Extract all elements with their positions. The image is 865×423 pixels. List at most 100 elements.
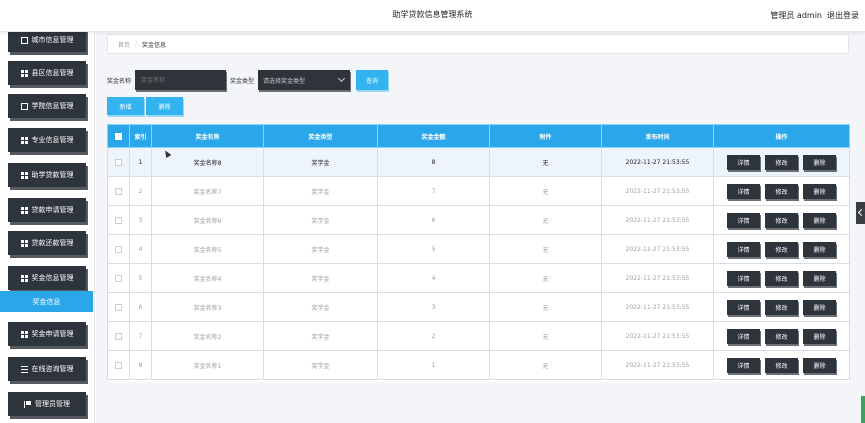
table-row: 2 奖金名称7 奖学金 7 无 2022-11-27 21:53:55 详情 修… <box>107 176 850 206</box>
row-checkbox[interactable] <box>115 274 122 282</box>
row-delete-button[interactable]: 删除 <box>803 183 836 199</box>
grid-icon <box>20 171 28 179</box>
sidebar-item-label: 县区信息管理 <box>31 69 74 77</box>
row-checkbox[interactable] <box>115 216 122 224</box>
cell-index: 8 <box>129 350 152 380</box>
cell-index: 4 <box>129 234 152 264</box>
breadcrumb-separator: / <box>135 40 138 48</box>
detail-button[interactable]: 详情 <box>727 154 760 170</box>
detail-button[interactable]: 详情 <box>727 299 760 315</box>
admin-user-label: 管理员 admin <box>770 11 822 20</box>
sidebar-subitem-bonus-info[interactable]: 奖金信息 <box>0 291 93 312</box>
cell-name: 奖金名称3 <box>151 292 264 322</box>
sidebar-item-label: 助学贷款管理 <box>31 171 74 179</box>
cell-amount: 1 <box>377 350 490 380</box>
cell-time: 2022-11-27 21:53:55 <box>601 147 714 177</box>
row-checkbox[interactable] <box>115 245 122 253</box>
row-checkbox[interactable] <box>115 332 122 340</box>
logout-link[interactable]: 退出登录 <box>827 10 859 21</box>
cell-type: 奖学金 <box>263 147 378 177</box>
sidebar-item-label: 专业信息管理 <box>31 136 74 144</box>
cell-time: 2022-11-27 21:53:55 <box>601 176 714 206</box>
select-all-checkbox[interactable] <box>115 132 122 140</box>
detail-button[interactable]: 详情 <box>727 270 760 286</box>
detail-button[interactable]: 详情 <box>727 183 760 199</box>
table-header-row: 索引 奖金名称 奖金类型 奖金金额 附件 发布时间 操作 <box>107 124 850 148</box>
row-delete-button[interactable]: 删除 <box>803 154 836 170</box>
type-select[interactable]: 请选择奖金类型 <box>258 70 351 90</box>
column-header: 发布时间 <box>601 124 714 148</box>
sidebar-item-admin[interactable]: 管理员管理 <box>8 392 86 416</box>
sidebar-item-consult[interactable]: 在线咨询管理 <box>8 357 86 381</box>
row-checkbox[interactable] <box>115 187 122 195</box>
row-checkbox[interactable] <box>115 158 122 166</box>
breadcrumb-home[interactable]: 首页 <box>118 40 130 49</box>
row-delete-button[interactable]: 删除 <box>803 328 836 344</box>
edit-button[interactable]: 修改 <box>765 299 798 315</box>
cell-ops: 详情 修改 删除 <box>713 263 850 293</box>
sidebar-item-major[interactable]: 专业信息管理 <box>8 128 86 152</box>
cell-ops: 详情 修改 删除 <box>713 350 850 380</box>
row-select-cell <box>107 205 130 235</box>
row-delete-button[interactable]: 删除 <box>803 212 836 228</box>
edit-button[interactable]: 修改 <box>765 241 798 257</box>
search-bar: 奖金名称 奖金类型 请选择奖金类型 查询 <box>107 70 389 90</box>
column-header: 奖金金额 <box>377 124 490 148</box>
cell-type: 奖学金 <box>263 234 378 264</box>
sidebar-item-loan-repay[interactable]: 贷款还款管理 <box>8 231 86 255</box>
cell-attachment: 无 <box>489 263 602 293</box>
sidebar-item-label: 城市信息管理 <box>31 36 74 44</box>
row-checkbox[interactable] <box>115 303 122 311</box>
cell-ops: 详情 修改 删除 <box>713 292 850 322</box>
cell-index: 7 <box>129 321 152 351</box>
edit-button[interactable]: 修改 <box>765 270 798 286</box>
row-checkbox[interactable] <box>115 361 122 369</box>
cell-name: 奖金名称7 <box>151 176 264 206</box>
table-row: 3 奖金名称6 奖学金 6 无 2022-11-27 21:53:55 详情 修… <box>107 205 850 235</box>
sidebar-item-loan[interactable]: 助学贷款管理 <box>8 163 86 187</box>
cell-amount: 5 <box>377 234 490 264</box>
grid-icon <box>20 330 28 338</box>
row-delete-button[interactable]: 删除 <box>803 357 836 373</box>
app-title: 助学贷款信息管理系统 <box>392 10 473 19</box>
edit-button[interactable]: 修改 <box>765 154 798 170</box>
column-header: 附件 <box>489 124 602 148</box>
add-button[interactable]: 新增 <box>107 97 144 115</box>
cell-type: 奖学金 <box>263 263 378 293</box>
edit-button[interactable]: 修改 <box>765 328 798 344</box>
sidebar-item-city[interactable]: 城市信息管理 <box>8 32 86 52</box>
row-delete-button[interactable]: 删除 <box>803 270 836 286</box>
edit-button[interactable]: 修改 <box>765 183 798 199</box>
column-header: 奖金名称 <box>151 124 264 148</box>
sidebar-item-county[interactable]: 县区信息管理 <box>8 61 86 85</box>
edit-button[interactable]: 修改 <box>765 212 798 228</box>
name-search-input[interactable] <box>135 70 227 90</box>
cell-name: 奖金名称4 <box>151 263 264 293</box>
cell-amount: 4 <box>377 263 490 293</box>
row-delete-button[interactable]: 删除 <box>803 241 836 257</box>
query-button[interactable]: 查询 <box>356 70 389 90</box>
row-delete-button[interactable]: 删除 <box>803 299 836 315</box>
data-table: 索引 奖金名称 奖金类型 奖金金额 附件 发布时间 操作 1 奖金名称8 奖学金… <box>107 124 850 382</box>
table-row: 8 奖金名称1 奖学金 1 无 2022-11-27 21:53:55 详情 修… <box>107 350 850 380</box>
cell-time: 2022-11-27 21:53:55 <box>601 321 714 351</box>
edit-button[interactable]: 修改 <box>765 357 798 373</box>
cell-index: 1 <box>129 147 152 177</box>
sidebar-item-label: 管理员管理 <box>35 400 70 408</box>
cell-type: 奖学金 <box>263 321 378 351</box>
sidebar-item-bonus[interactable]: 奖金信息管理 <box>8 266 86 290</box>
delete-button[interactable]: 删除 <box>146 97 183 115</box>
sidebar-item-label: 奖金信息管理 <box>31 274 74 282</box>
scroll-indicator <box>861 396 865 423</box>
cell-time: 2022-11-27 21:53:55 <box>601 292 714 322</box>
detail-button[interactable]: 详情 <box>727 328 760 344</box>
sidebar-item-label: 学院信息管理 <box>31 102 74 110</box>
sidebar-item-bonus-apply[interactable]: 奖金申请管理 <box>8 322 86 346</box>
column-header: 操作 <box>713 124 850 148</box>
detail-button[interactable]: 详情 <box>727 241 760 257</box>
detail-button[interactable]: 详情 <box>727 212 760 228</box>
detail-button[interactable]: 详情 <box>727 357 760 373</box>
sidebar-item-college[interactable]: 学院信息管理 <box>8 94 86 118</box>
collapse-panel-handle[interactable] <box>856 202 865 224</box>
sidebar-item-loan-apply[interactable]: 贷款申请管理 <box>8 198 86 222</box>
